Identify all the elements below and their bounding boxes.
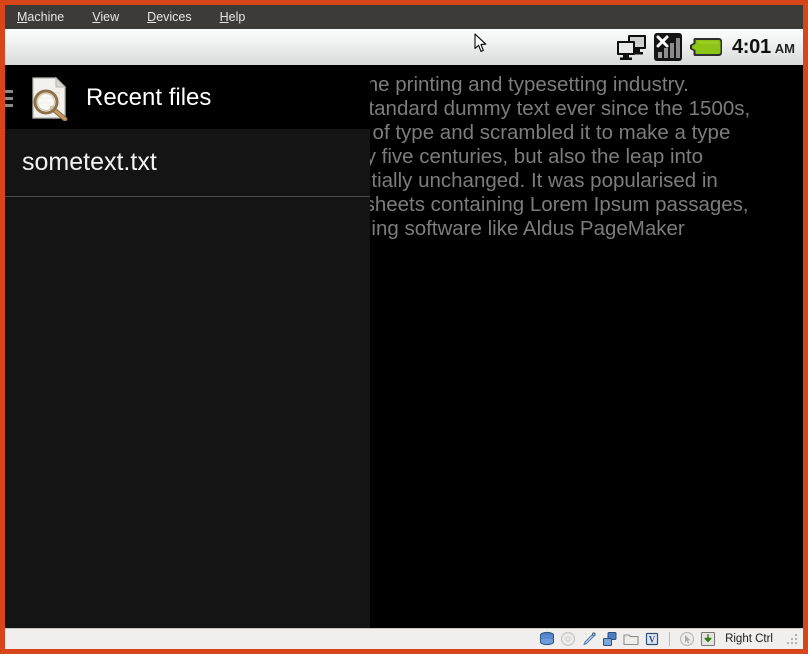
menu-machine-mnemonic: M xyxy=(17,10,28,24)
signal-no-service-icon xyxy=(653,33,682,61)
clock-time: 4:01 xyxy=(731,35,771,58)
android-status-bar: 4:01 AM xyxy=(5,29,803,67)
recent-files-header: Recent files xyxy=(5,67,370,129)
shared-folders-icon[interactable] xyxy=(623,631,639,647)
recent-files-title: Recent files xyxy=(86,84,212,111)
guest-screen[interactable]: Lorem Ipsum is simply dummy text of the … xyxy=(5,29,803,628)
video-capture-icon[interactable]: V xyxy=(644,631,660,647)
host-key-label: Right Ctrl xyxy=(725,633,773,645)
adb-connected-icon xyxy=(616,35,646,60)
recent-files-list[interactable]: sometext.txt xyxy=(5,129,370,628)
status-separator xyxy=(669,632,671,646)
mouse-integration-icon[interactable] xyxy=(679,631,695,647)
status-bar-clock: 4:01 AM xyxy=(732,36,795,59)
clock-ampm: AM xyxy=(774,40,795,56)
menu-item-devices[interactable]: Devices xyxy=(147,5,191,29)
battery-full-icon xyxy=(689,38,722,56)
menu-item-help[interactable]: Help xyxy=(220,5,246,29)
network-icon[interactable] xyxy=(602,631,618,647)
menu-devices-mnemonic: D xyxy=(147,10,157,24)
menu-machine-rest: achine xyxy=(27,10,65,24)
virtualbox-status-bar: V Right Ctrl xyxy=(5,628,803,649)
menu-devices-rest: evices xyxy=(156,10,192,24)
menu-bar: Machine View Devices Help xyxy=(5,5,803,29)
document-search-icon xyxy=(32,76,68,121)
usb-icon[interactable] xyxy=(581,631,597,647)
status-bar-icons: 4:01 AM xyxy=(616,29,795,65)
host-key-icon[interactable] xyxy=(700,631,716,647)
menu-item-view[interactable]: View xyxy=(92,5,119,29)
mouse-cursor xyxy=(474,33,487,52)
virtualbox-vm-window: Machine View Devices Help Lorem Ipsum is… xyxy=(0,0,808,654)
optical-drive-icon[interactable] xyxy=(560,631,576,647)
recent-file-name: sometext.txt xyxy=(22,148,157,176)
hamburger-menu-icon[interactable] xyxy=(5,89,13,107)
vbox-status-icon-group: V Right Ctrl xyxy=(539,631,799,647)
menu-help-mnemonic: H xyxy=(219,10,229,24)
svg-text:V: V xyxy=(649,635,656,645)
menu-item-machine[interactable]: Machine xyxy=(17,5,64,29)
menu-view-rest: iew xyxy=(100,10,120,24)
menu-help-rest: elp xyxy=(228,10,246,24)
resize-grip[interactable] xyxy=(786,633,799,646)
list-item[interactable]: sometext.txt xyxy=(5,129,370,197)
hard-disk-icon[interactable] xyxy=(539,631,555,647)
recent-files-panel[interactable]: Recent files sometext.txt xyxy=(5,67,370,628)
